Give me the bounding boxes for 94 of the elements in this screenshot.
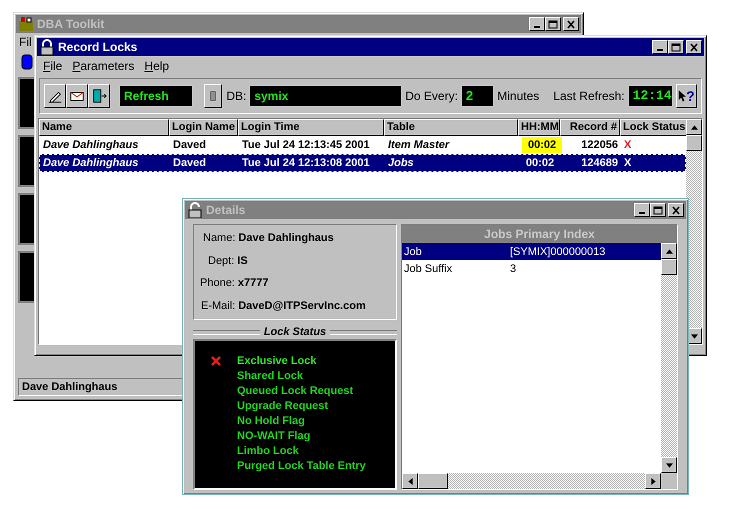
- lock-flag-label: Upgrade Request: [237, 400, 328, 412]
- table-cell: Tue Jul 24 12:13:45 2001: [242, 139, 370, 151]
- door-icon: [91, 87, 107, 105]
- close-icon: [566, 20, 576, 28]
- close-button[interactable]: [686, 40, 702, 54]
- field-value: [SYMIX]000000013: [510, 246, 606, 258]
- table-cell: Dave Dahlinghaus: [43, 157, 138, 169]
- list-row[interactable]: Job [SYMIX]000000013: [402, 243, 661, 260]
- field-name: Job: [403, 246, 423, 258]
- lock-flag-label: NO-WAIT Flag: [237, 430, 310, 442]
- table-cell: 00:02: [522, 137, 562, 153]
- table-cell: X: [624, 157, 632, 169]
- database-button[interactable]: [204, 84, 222, 108]
- minimize-button[interactable]: [652, 40, 668, 54]
- field-value: x7777: [238, 277, 268, 290]
- interval-label: Do Every:: [405, 89, 458, 103]
- field-label: Dept:: [208, 254, 234, 267]
- down-arrow-icon: [666, 462, 672, 468]
- maximize-button[interactable]: [668, 40, 684, 54]
- up-arrow-icon: [666, 248, 672, 254]
- lock-icon: [187, 202, 203, 218]
- scrollbar-corner: [661, 473, 677, 489]
- window-title: Details: [206, 203, 246, 217]
- column-header[interactable]: Table: [384, 119, 518, 136]
- database-field[interactable]: symix: [250, 86, 402, 106]
- section-title: Lock Status: [264, 326, 326, 338]
- menu-item[interactable]: File: [43, 59, 62, 73]
- last-refresh-label: Last Refresh:: [553, 89, 625, 103]
- interval-field[interactable]: 2: [462, 86, 494, 106]
- table-cell: Tue Jul 24 12:13:08 2001: [242, 157, 370, 169]
- minimize-icon: [639, 212, 645, 214]
- menu-item[interactable]: Help: [144, 59, 170, 73]
- maximize-icon: [548, 20, 558, 28]
- table-cell: Daved: [173, 139, 206, 151]
- lock-flag-label: Exclusive Lock: [237, 354, 316, 366]
- menu-item[interactable]: Fil: [19, 35, 32, 49]
- field-name: Job Suffix: [403, 262, 454, 274]
- scroll-thumb[interactable]: [661, 259, 677, 275]
- up-arrow-icon: [690, 124, 698, 130]
- left-arrow-icon: [406, 478, 414, 484]
- refresh-display[interactable]: Refresh: [120, 86, 192, 106]
- table-row[interactable]: Dave Dahlinghaus Daved Tue Jul 24 12:13:45 2001 Item Master 00:02 122056 X: [39, 136, 686, 154]
- close-icon: [671, 206, 681, 214]
- toolbox-icon: [18, 16, 34, 32]
- lock-flag-label: No Hold Flag: [237, 414, 305, 426]
- maximize-icon: [671, 42, 681, 52]
- scrollbar[interactable]: [402, 473, 677, 489]
- field-value: IS: [237, 254, 248, 267]
- table-row[interactable]: Dave Dahlinghaus Daved Tue Jul 24 12:13:08 2001 Jobs 00:02 124689 X: [39, 154, 686, 172]
- column-header[interactable]: Record #: [560, 119, 620, 136]
- scroll-thumb[interactable]: [418, 473, 448, 489]
- table-cell: X: [624, 139, 632, 151]
- window-title: Record Locks: [58, 40, 138, 54]
- field-label: E-Mail:: [201, 300, 236, 312]
- column-header[interactable]: HH:MM: [518, 119, 560, 136]
- list-header: Jobs Primary Index: [402, 225, 677, 243]
- column-header[interactable]: Login Name: [169, 119, 238, 136]
- last-refresh-time: 12:14: [628, 86, 672, 106]
- down-arrow-icon: [690, 332, 698, 340]
- list-row[interactable]: Job Suffix 3: [402, 260, 661, 277]
- table-cell: Dave Dahlinghaus: [43, 139, 138, 151]
- unit-label: Minutes: [497, 89, 540, 103]
- menu-item[interactable]: Parameters: [72, 59, 134, 73]
- scrollbar[interactable]: [661, 243, 677, 473]
- field-value: Dave Dahlinghaus: [238, 232, 334, 244]
- lock-flag-label: Purged Lock Table Entry: [237, 460, 366, 472]
- window-title: DBA Toolkit: [37, 17, 106, 31]
- help-button[interactable]: ?: [676, 84, 697, 108]
- table-cell: 122056: [581, 139, 618, 151]
- exit-door-button[interactable]: [88, 84, 110, 108]
- envelope-button[interactable]: [66, 84, 88, 108]
- minimize-icon: [657, 49, 663, 51]
- db-label: DB:: [226, 89, 246, 103]
- field-value: DaveD@ITPServInc.com: [238, 300, 366, 312]
- edit-button[interactable]: [44, 84, 66, 108]
- field-label: Name:: [203, 232, 236, 244]
- scroll-thumb[interactable]: [686, 135, 702, 151]
- lock-flag-label: Queued Lock Request: [237, 384, 354, 396]
- minimize-icon: [534, 26, 540, 28]
- field-label: Phone:: [200, 277, 235, 290]
- maximize-icon: [653, 206, 663, 214]
- table-cell: 124689: [581, 157, 618, 169]
- column-header[interactable]: Login Time: [238, 119, 384, 136]
- table-cell: Jobs: [388, 157, 414, 169]
- lock-flag-label: Limbo Lock: [237, 444, 299, 456]
- right-arrow-icon: [650, 478, 656, 484]
- table-cell: Item Master: [388, 139, 450, 151]
- column-header[interactable]: Name: [39, 119, 169, 136]
- field-value: 3: [510, 262, 516, 274]
- lock-icon: [39, 39, 55, 55]
- table-cell: Daved: [173, 157, 206, 169]
- pointer-icon: [678, 89, 686, 103]
- close-icon: [689, 42, 699, 52]
- table-cell: 00:02: [526, 157, 554, 169]
